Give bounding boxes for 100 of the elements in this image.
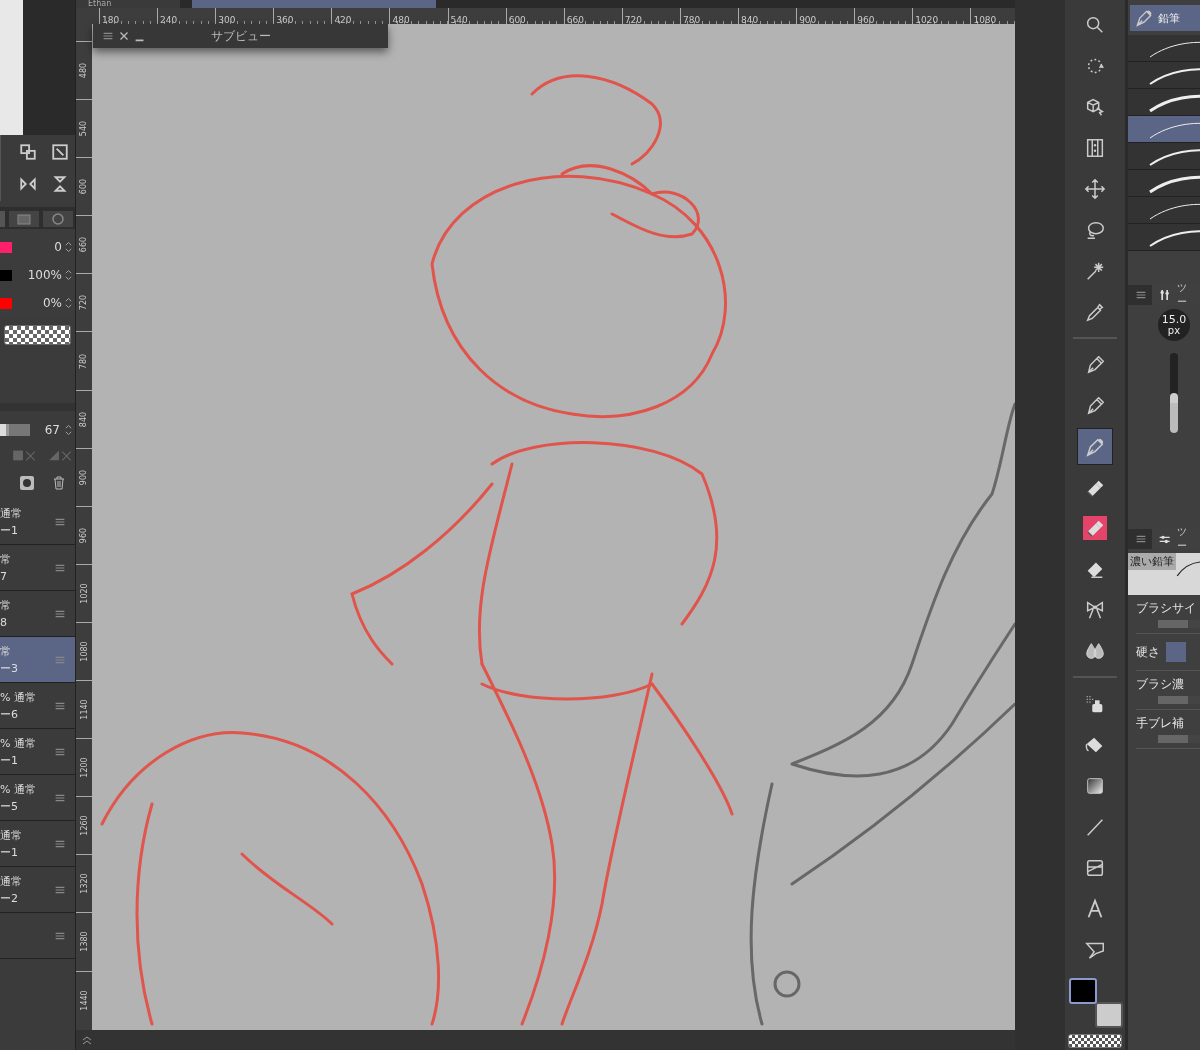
pencil-icon bbox=[1134, 8, 1154, 28]
panel-tab[interactable]: ツー bbox=[1152, 285, 1200, 305]
ruler-label: 840 bbox=[741, 15, 759, 24]
blend-mode-text: 通常 bbox=[0, 827, 23, 844]
layer-name: ー6 bbox=[0, 706, 19, 723]
ruler-label: 1020 bbox=[915, 15, 939, 24]
layer-name: ー3 bbox=[0, 660, 19, 677]
layer-name: ー2 bbox=[0, 890, 19, 907]
blend-mode-text: 常 bbox=[0, 551, 12, 568]
value-text: 0% bbox=[41, 296, 62, 310]
ruler-label: 720 bbox=[624, 15, 643, 24]
panel-title: サブビュー bbox=[211, 27, 271, 45]
ruler-label: 240 bbox=[160, 15, 178, 24]
ruler-label: 540 bbox=[450, 15, 468, 24]
stepper-icon[interactable] bbox=[64, 267, 73, 283]
property-slider[interactable] bbox=[1158, 696, 1200, 704]
color-swatch[interactable] bbox=[0, 269, 12, 281]
ruler-label: 180 bbox=[102, 15, 120, 24]
ruler-label: 660 bbox=[566, 15, 584, 24]
sub-color-swatch[interactable] bbox=[1095, 1002, 1123, 1028]
ruler-label: 780 bbox=[682, 15, 701, 24]
ruler-label: 960 bbox=[857, 15, 875, 24]
ruler-label: 900 bbox=[79, 469, 89, 485]
property-slider[interactable] bbox=[1158, 620, 1200, 628]
layer-name: 7 bbox=[0, 568, 8, 585]
ruler-label: 420 bbox=[334, 15, 352, 24]
camera-icon[interactable] bbox=[9, 211, 40, 227]
blend-mode-text: % 通常 bbox=[0, 781, 37, 798]
property-label: 硬さ bbox=[1136, 643, 1160, 661]
ruler-label: 480 bbox=[79, 62, 89, 79]
stepper-icon[interactable] bbox=[64, 422, 73, 438]
chevron-up-icon[interactable] bbox=[82, 1035, 92, 1045]
blend-mode-text: 常 bbox=[0, 643, 12, 660]
ruler-label: 960 bbox=[79, 527, 89, 543]
ruler-label: 480 bbox=[392, 15, 410, 24]
layer-name: ー1 bbox=[0, 522, 19, 539]
layer-row[interactable]: 常 7 bbox=[0, 545, 75, 591]
panel-tab[interactable]: ツー bbox=[1152, 529, 1200, 549]
color-swatch[interactable] bbox=[0, 297, 12, 309]
stepper-icon[interactable] bbox=[64, 239, 73, 255]
opacity-slider[interactable] bbox=[0, 424, 30, 436]
scale-icon[interactable] bbox=[19, 143, 37, 161]
ruler-label: 780 bbox=[79, 353, 89, 369]
property-label: ブラシサイ bbox=[1136, 600, 1197, 617]
blend-mode-text: % 通常 bbox=[0, 689, 37, 706]
ruler-label: 840 bbox=[79, 411, 89, 427]
ruler-label: 360 bbox=[276, 15, 294, 24]
ruler-label: 1200 bbox=[79, 757, 89, 778]
ruler-label: 1380 bbox=[79, 931, 89, 953]
brush-item[interactable] bbox=[1128, 116, 1200, 143]
brush-name-label: 濃い鉛筆 bbox=[1128, 553, 1176, 570]
layer-name: 8 bbox=[0, 614, 8, 631]
ruler-label: 540 bbox=[79, 121, 89, 137]
layer-row[interactable]: 通常 ー1 bbox=[0, 499, 75, 545]
blend-mode-text: % 通常 bbox=[0, 735, 37, 752]
layer-row[interactable]: 通常 ー1 bbox=[0, 821, 75, 867]
layer-row[interactable]: % 通常 ー6 bbox=[0, 683, 75, 729]
frame-icon bbox=[1084, 136, 1106, 159]
layer-row[interactable]: % 通常 ー5 bbox=[0, 775, 75, 821]
layer-row[interactable]: % 通常 ー1 bbox=[0, 729, 75, 775]
ruler-label: 1080 bbox=[79, 641, 89, 662]
property-label: 手ブレ補 bbox=[1136, 715, 1185, 732]
layer-row[interactable]: 常 ー3 bbox=[0, 637, 75, 683]
property-slider[interactable] bbox=[1158, 735, 1200, 743]
trash-icon[interactable] bbox=[51, 475, 67, 491]
tool-button[interactable] bbox=[1077, 428, 1113, 465]
ruler-label: 1080 bbox=[973, 15, 997, 24]
ruler-label: 720 bbox=[79, 295, 89, 311]
brush-group-tab[interactable]: 鉛筆 bbox=[1130, 5, 1200, 31]
ruler-label: 600 bbox=[508, 15, 526, 24]
ruler-label: 1440 bbox=[79, 989, 89, 1011]
ruler-label: 1260 bbox=[79, 815, 89, 836]
flip-horizontal-icon[interactable] bbox=[19, 175, 37, 193]
mask-icon[interactable] bbox=[19, 475, 35, 491]
layer-name: ー5 bbox=[0, 798, 19, 815]
brush-size-readout: 15.0 px bbox=[1158, 309, 1190, 341]
blend-mode-text: 通常 bbox=[0, 505, 23, 522]
transparency-swatch[interactable] bbox=[1068, 1034, 1122, 1048]
stepper-icon[interactable] bbox=[64, 295, 73, 311]
transparency-swatch[interactable] bbox=[4, 325, 71, 345]
ruler-label: 1020 bbox=[79, 583, 89, 604]
brush-size-slider[interactable] bbox=[1170, 353, 1178, 433]
value-text: 100% bbox=[26, 268, 62, 282]
layer-row[interactable]: 通常 ー2 bbox=[0, 867, 75, 913]
value-text: 0 bbox=[53, 240, 62, 254]
ruler-label: 1140 bbox=[79, 699, 89, 720]
flip-vertical-icon[interactable] bbox=[51, 175, 69, 193]
document-tab[interactable]: Ethan bbox=[76, 0, 180, 8]
blend-mode-text: 常 bbox=[0, 597, 12, 614]
ruler-label: 600 bbox=[79, 179, 89, 195]
resize-icon[interactable] bbox=[51, 143, 69, 161]
sliders-icon bbox=[1158, 287, 1172, 303]
ruler-label: 660 bbox=[79, 237, 89, 253]
color-swatch[interactable] bbox=[0, 241, 12, 253]
opacity-value: 67 bbox=[43, 423, 60, 437]
layer-name: ー1 bbox=[0, 844, 19, 861]
move-icon bbox=[1084, 177, 1106, 200]
property-label: ブラシ濃 bbox=[1136, 676, 1185, 693]
main-color-swatch[interactable] bbox=[1069, 978, 1097, 1004]
ruler-label: 900 bbox=[799, 15, 817, 24]
